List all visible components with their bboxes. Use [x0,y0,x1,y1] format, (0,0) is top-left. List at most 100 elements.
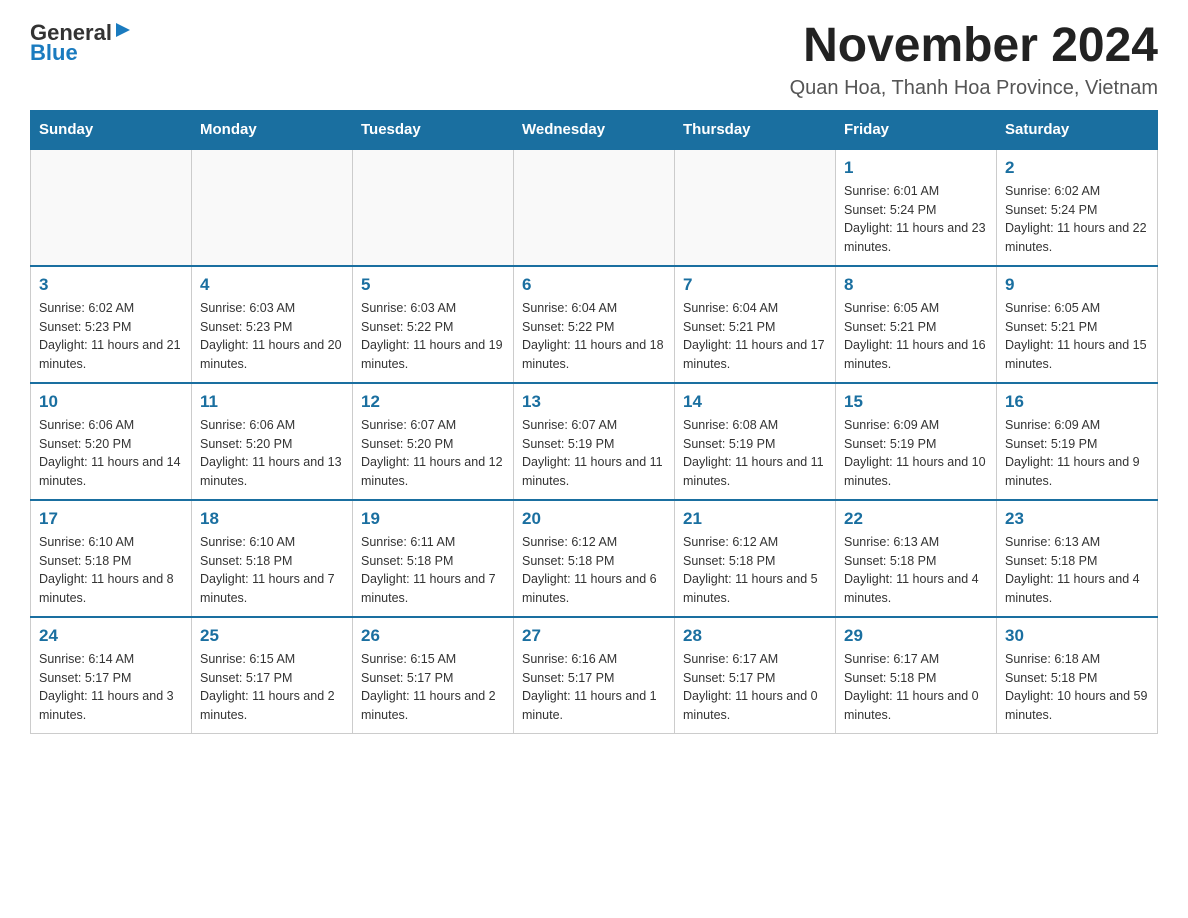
day-info: Sunrise: 6:15 AMSunset: 5:17 PMDaylight:… [361,650,505,725]
day-number: 29 [844,626,988,646]
logo-blue: Blue [30,40,78,66]
calendar-cell: 2Sunrise: 6:02 AMSunset: 5:24 PMDaylight… [997,149,1158,266]
calendar-cell: 24 Sunrise: 6:14 AMSunset: 5:17 PMDayligh… [31,617,192,734]
logo-icon [116,21,134,39]
day-number: 1 [844,158,988,178]
calendar-day-header: Thursday [675,110,836,149]
day-number: 8 [844,275,988,295]
calendar-day-header: Friday [836,110,997,149]
day-number: 9 [1005,275,1149,295]
day-number: 22 [844,509,988,529]
calendar-cell: 16 Sunrise: 6:09 AMSunset: 5:19 PMDayligh… [997,383,1158,500]
calendar-cell: 28 Sunrise: 6:17 AMSunset: 5:17 PMDayligh… [675,617,836,734]
calendar-cell: 10Sunrise: 6:06 AMSunset: 5:20 PMDayligh… [31,383,192,500]
day-info: Sunrise: 6:13 AMSunset: 5:18 PMDaylight:… [844,533,988,608]
calendar-cell [675,149,836,266]
day-info: Sunrise: 6:09 AMSunset: 5:19 PMDaylight:… [1005,416,1149,491]
calendar-cell: 27Sunrise: 6:16 AMSunset: 5:17 PMDayligh… [514,617,675,734]
day-info: Sunrise: 6:14 AMSunset: 5:17 PMDaylight:… [39,650,183,725]
day-number: 2 [1005,158,1149,178]
page-title: November 2024 [790,20,1158,73]
day-number: 27 [522,626,666,646]
calendar-day-header: Sunday [31,110,192,149]
day-info: Sunrise: 6:01 AMSunset: 5:24 PMDaylight:… [844,182,988,257]
day-number: 19 [361,509,505,529]
calendar-cell: 1 Sunrise: 6:01 AMSunset: 5:24 PMDaylight… [836,149,997,266]
day-info: Sunrise: 6:04 AMSunset: 5:22 PMDaylight:… [522,299,666,374]
day-info: Sunrise: 6:09 AMSunset: 5:19 PMDaylight:… [844,416,988,491]
day-number: 12 [361,392,505,412]
day-number: 24 [39,626,183,646]
day-info: Sunrise: 6:02 AMSunset: 5:23 PMDaylight:… [39,299,183,374]
day-info: Sunrise: 6:03 AMSunset: 5:22 PMDaylight:… [361,299,505,374]
day-number: 20 [522,509,666,529]
calendar-cell: 12 Sunrise: 6:07 AMSunset: 5:20 PMDayligh… [353,383,514,500]
calendar-day-header: Saturday [997,110,1158,149]
day-info: Sunrise: 6:12 AMSunset: 5:18 PMDaylight:… [683,533,827,608]
calendar-cell: 9Sunrise: 6:05 AMSunset: 5:21 PMDaylight… [997,266,1158,383]
page-subtitle: Quan Hoa, Thanh Hoa Province, Vietnam [790,77,1158,100]
calendar-week-row: 1 Sunrise: 6:01 AMSunset: 5:24 PMDaylight… [31,149,1158,266]
calendar-cell: 4 Sunrise: 6:03 AMSunset: 5:23 PMDaylight… [192,266,353,383]
calendar-cell: 25Sunrise: 6:15 AMSunset: 5:17 PMDayligh… [192,617,353,734]
calendar-cell: 26 Sunrise: 6:15 AMSunset: 5:17 PMDayligh… [353,617,514,734]
day-info: Sunrise: 6:10 AMSunset: 5:18 PMDaylight:… [200,533,344,608]
calendar-cell: 8 Sunrise: 6:05 AMSunset: 5:21 PMDaylight… [836,266,997,383]
calendar-day-header: Monday [192,110,353,149]
calendar-cell: 5 Sunrise: 6:03 AMSunset: 5:22 PMDaylight… [353,266,514,383]
calendar-week-row: 24 Sunrise: 6:14 AMSunset: 5:17 PMDayligh… [31,617,1158,734]
calendar-day-header: Wednesday [514,110,675,149]
calendar-week-row: 10 Sunrise: 6:06 AMSunset: 5:20 PMDayligh… [31,383,1158,500]
calendar-body: 1 Sunrise: 6:01 AMSunset: 5:24 PMDaylight… [31,149,1158,734]
day-number: 26 [361,626,505,646]
day-info: Sunrise: 6:08 AMSunset: 5:19 PMDaylight:… [683,416,827,491]
calendar-cell: 23 Sunrise: 6:13 AMSunset: 5:18 PMDayligh… [997,500,1158,617]
day-number: 10 [39,392,183,412]
day-number: 30 [1005,626,1149,646]
day-number: 5 [361,275,505,295]
calendar-day-header: Tuesday [353,110,514,149]
day-info: Sunrise: 6:04 AMSunset: 5:21 PMDaylight:… [683,299,827,374]
day-number: 15 [844,392,988,412]
calendar-cell: 21 Sunrise: 6:12 AMSunset: 5:18 PMDayligh… [675,500,836,617]
calendar-cell [31,149,192,266]
calendar-cell: 15 Sunrise: 6:09 AMSunset: 5:19 PMDayligh… [836,383,997,500]
day-info: Sunrise: 6:07 AMSunset: 5:20 PMDaylight:… [361,416,505,491]
calendar-cell: 19Sunrise: 6:11 AMSunset: 5:18 PMDayligh… [353,500,514,617]
day-number: 14 [683,392,827,412]
day-number: 11 [200,392,344,412]
title-section: November 2024 Quan Hoa, Thanh Hoa Provin… [790,20,1158,100]
calendar-cell: 13Sunrise: 6:07 AMSunset: 5:19 PMDayligh… [514,383,675,500]
calendar-week-row: 17Sunrise: 6:10 AMSunset: 5:18 PMDayligh… [31,500,1158,617]
day-number: 23 [1005,509,1149,529]
day-info: Sunrise: 6:13 AMSunset: 5:18 PMDaylight:… [1005,533,1149,608]
day-number: 21 [683,509,827,529]
page-header: General Blue November 2024 Quan Hoa, Tha… [30,20,1158,100]
day-number: 6 [522,275,666,295]
calendar-header: SundayMondayTuesdayWednesdayThursdayFrid… [31,110,1158,149]
calendar-cell: 7 Sunrise: 6:04 AMSunset: 5:21 PMDaylight… [675,266,836,383]
calendar-cell: 6 Sunrise: 6:04 AMSunset: 5:22 PMDaylight… [514,266,675,383]
day-info: Sunrise: 6:17 AMSunset: 5:17 PMDaylight:… [683,650,827,725]
day-number: 3 [39,275,183,295]
day-info: Sunrise: 6:03 AMSunset: 5:23 PMDaylight:… [200,299,344,374]
calendar-cell: 11 Sunrise: 6:06 AMSunset: 5:20 PMDayligh… [192,383,353,500]
day-info: Sunrise: 6:17 AMSunset: 5:18 PMDaylight:… [844,650,988,725]
calendar-header-row: SundayMondayTuesdayWednesdayThursdayFrid… [31,110,1158,149]
day-number: 16 [1005,392,1149,412]
day-number: 7 [683,275,827,295]
day-info: Sunrise: 6:07 AMSunset: 5:19 PMDaylight:… [522,416,666,491]
calendar-cell: 17Sunrise: 6:10 AMSunset: 5:18 PMDayligh… [31,500,192,617]
calendar-week-row: 3 Sunrise: 6:02 AMSunset: 5:23 PMDaylight… [31,266,1158,383]
calendar-cell: 18Sunrise: 6:10 AMSunset: 5:18 PMDayligh… [192,500,353,617]
day-number: 28 [683,626,827,646]
day-info: Sunrise: 6:12 AMSunset: 5:18 PMDaylight:… [522,533,666,608]
calendar-cell: 14 Sunrise: 6:08 AMSunset: 5:19 PMDayligh… [675,383,836,500]
calendar-table: SundayMondayTuesdayWednesdayThursdayFrid… [30,110,1158,734]
day-number: 4 [200,275,344,295]
day-info: Sunrise: 6:10 AMSunset: 5:18 PMDaylight:… [39,533,183,608]
calendar-cell: 3 Sunrise: 6:02 AMSunset: 5:23 PMDaylight… [31,266,192,383]
day-info: Sunrise: 6:15 AMSunset: 5:17 PMDaylight:… [200,650,344,725]
day-info: Sunrise: 6:05 AMSunset: 5:21 PMDaylight:… [844,299,988,374]
day-info: Sunrise: 6:06 AMSunset: 5:20 PMDaylight:… [200,416,344,491]
